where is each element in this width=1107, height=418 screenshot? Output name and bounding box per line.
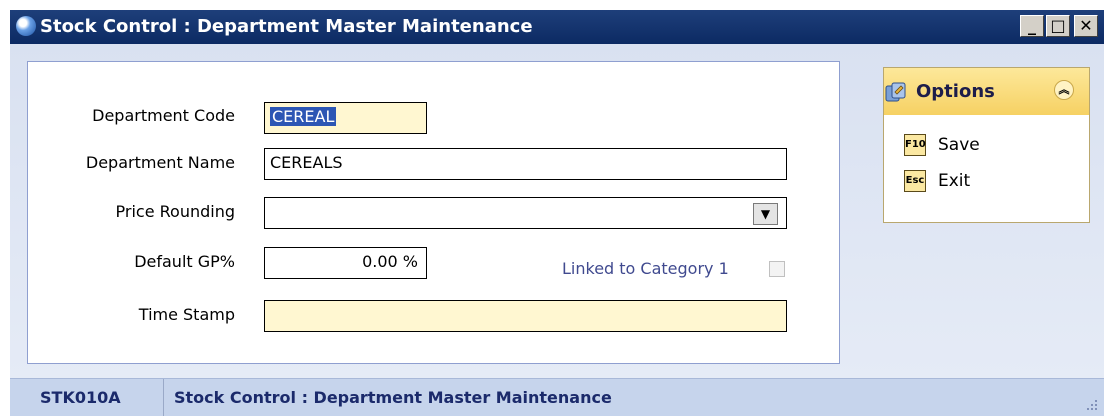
app-window: Stock Control : Department Master Mainte… [0, 0, 1107, 418]
options-icon [885, 82, 906, 102]
options-panel: Options ︽ F10 Save Esc Exit [883, 67, 1090, 223]
collapse-icon[interactable]: ︽ [1054, 80, 1074, 100]
exit-option[interactable]: Esc Exit [904, 170, 1074, 194]
top-strip [0, 0, 1107, 10]
linked-category-label: Linked to Category 1 [562, 259, 729, 278]
maximize-button[interactable]: □ [1046, 15, 1070, 37]
client-area: Department Code CEREAL Department Name C… [10, 44, 1104, 378]
options-title: Options [916, 81, 995, 102]
close-icon: ✕ [1079, 16, 1093, 35]
minimize-button[interactable]: _ [1020, 15, 1044, 37]
save-option[interactable]: F10 Save [904, 134, 1074, 158]
default-gp-field[interactable]: 0.00 % [264, 247, 427, 279]
options-header: Options ︽ [884, 68, 1089, 115]
status-bar: STK010A Stock Control : Department Maste… [10, 378, 1104, 416]
department-code-field[interactable]: CEREAL [264, 102, 427, 134]
close-button[interactable]: ✕ [1074, 15, 1098, 37]
save-label: Save [938, 135, 980, 155]
price-rounding-select[interactable] [264, 197, 787, 229]
department-name-label: Department Name [85, 153, 235, 172]
screen-code: STK010A [40, 388, 121, 407]
resize-grip-icon[interactable] [1086, 399, 1098, 411]
dropdown-arrow-icon[interactable]: ▼ [753, 203, 778, 225]
department-name-field[interactable]: CEREALS [264, 148, 787, 180]
window-title: Stock Control : Department Master Mainte… [40, 16, 533, 37]
maximize-icon: □ [1050, 16, 1066, 35]
f10-key-icon: F10 [904, 134, 926, 156]
minimize-icon: _ [1028, 16, 1036, 35]
exit-label: Exit [938, 171, 971, 191]
status-title: Stock Control : Department Master Mainte… [174, 388, 612, 407]
form-panel: Department Code CEREAL Department Name C… [27, 61, 840, 364]
linked-category-checkbox[interactable] [769, 261, 785, 277]
price-rounding-label: Price Rounding [115, 202, 235, 221]
title-bar[interactable]: Stock Control : Department Master Mainte… [10, 10, 1104, 44]
esc-key-icon: Esc [904, 170, 926, 192]
time-stamp-field [264, 300, 787, 332]
department-code-label: Department Code [92, 106, 235, 125]
default-gp-label: Default GP% [134, 252, 235, 271]
status-code-cell: STK010A [10, 379, 164, 416]
department-code-value: CEREAL [270, 107, 337, 126]
time-stamp-label: Time Stamp [138, 305, 235, 324]
app-icon [16, 16, 36, 36]
